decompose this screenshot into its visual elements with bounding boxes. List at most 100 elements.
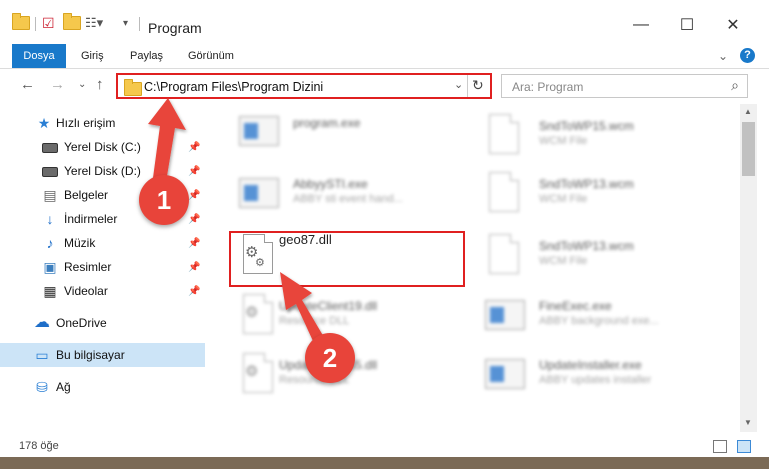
sidebar-item-label: Müzik	[64, 236, 96, 250]
document-icon	[483, 112, 523, 158]
file-name: FineExec.exe	[539, 299, 612, 313]
large-icons-view-icon[interactable]	[737, 440, 751, 453]
sidebar-item-muzik[interactable]: ♪ Müzik 📌	[0, 231, 205, 255]
navigation-bar: ← → ⌄ ↑ C:\Program Files\Program Dizini …	[0, 69, 769, 103]
tab-paylas[interactable]: Paylaş	[130, 44, 163, 68]
star-icon: ★	[37, 115, 51, 131]
pin-icon: 📌	[188, 285, 201, 297]
tab-dosya[interactable]: Dosya	[12, 44, 66, 68]
view-options-icon[interactable]: ☷▾	[85, 14, 103, 32]
application-icon	[483, 351, 525, 397]
pin-icon: 📌	[188, 189, 201, 201]
sidebar-item-this-pc[interactable]: ▭ Bu bilgisayar	[0, 343, 205, 367]
folder-icon	[12, 13, 30, 32]
new-folder-icon[interactable]	[63, 13, 81, 32]
address-dropdown-icon[interactable]: ⌄	[454, 78, 463, 91]
expand-ribbon-icon[interactable]: ⌄	[718, 49, 728, 63]
sidebar-item-label: Ağ	[56, 380, 71, 394]
sidebar-item-label: Bu bilgisayar	[56, 348, 125, 362]
window-edge	[757, 104, 769, 457]
title-separator	[139, 17, 140, 31]
pin-icon: 📌	[188, 165, 201, 177]
title-bar: ☑ ☷▾ ▾ Program — ☐ ✕	[0, 0, 769, 44]
sidebar-item-disk-c[interactable]: Yerel Disk (C:) 📌	[0, 135, 205, 159]
file-name: program.exe	[293, 116, 361, 130]
sidebar-item-onedrive[interactable]: ☁ OneDrive	[0, 311, 205, 335]
address-divider	[467, 75, 468, 97]
file-item-abbyysti[interactable]: AbbyySTI.exe ABBY sti event hand...	[229, 166, 479, 218]
address-path[interactable]: C:\Program Files\Program Dizini	[144, 80, 323, 94]
file-item-fineexec[interactable]: FineExec.exe ABBY background exe...	[475, 288, 725, 340]
recent-locations-button[interactable]: ⌄	[78, 79, 86, 90]
document-icon	[483, 170, 523, 216]
computer-icon: ▭	[35, 347, 49, 363]
window-title: Program	[148, 20, 202, 36]
maximize-button[interactable]: ☐	[672, 12, 702, 38]
installer-icon	[237, 112, 279, 158]
pictures-icon: ▣	[43, 259, 57, 275]
download-icon: ↓	[46, 211, 54, 227]
file-item-updateclient19[interactable]: ⚙ UpdateClient19.dll Resource DLL	[229, 288, 479, 340]
file-item-program-exe[interactable]: program.exe	[229, 108, 479, 160]
sidebar-item-label: Resimler	[64, 260, 112, 274]
file-name: AbbyySTI.exe	[293, 177, 368, 191]
file-item-sndtowp15[interactable]: SndToWP15.wcm WCM File	[475, 108, 725, 160]
desktop-background	[0, 457, 769, 469]
forward-button[interactable]: →	[50, 76, 65, 93]
file-desc: ABBY sti event hand...	[293, 193, 403, 205]
up-button[interactable]: ↑	[96, 76, 104, 93]
address-bar[interactable]: C:\Program Files\Program Dizini ⌄ ↻	[116, 73, 492, 99]
refresh-icon[interactable]: ↻	[472, 77, 484, 94]
file-name: SndToWP15.wcm	[539, 119, 634, 133]
status-bar: 178 öğe	[0, 437, 769, 457]
navigation-pane: ★ Hızlı erişim Yerel Disk (C:) 📌 Yerel D…	[0, 104, 205, 456]
sidebar-item-videolar[interactable]: ▦ Videolar 📌	[0, 279, 205, 303]
search-box[interactable]: Ara: Program ⌕	[501, 74, 748, 98]
search-placeholder[interactable]: Ara: Program	[512, 80, 583, 94]
sidebar-item-label: Videolar	[64, 284, 108, 298]
item-count: 178 öğe	[19, 440, 59, 452]
sidebar-item-label: İndirmeler	[64, 212, 118, 226]
file-item-sndtowp13-b[interactable]: SndToWP13.wcm WCM File	[475, 228, 725, 280]
file-item-sndtowp13-a[interactable]: SndToWP13.wcm WCM File	[475, 166, 725, 218]
dll-gears-icon: ⚙	[237, 292, 277, 338]
scroll-down-icon[interactable]: ▼	[744, 418, 752, 427]
customize-toolbar-icon[interactable]: ▾	[123, 14, 128, 32]
sidebar-item-label: OneDrive	[56, 316, 107, 330]
sidebar-item-label: Belgeler	[64, 188, 109, 202]
file-desc: ABBY updates installer	[539, 374, 652, 386]
file-item-updateinstaller[interactable]: UpdateInstaller.exe ABBY updates install…	[475, 347, 725, 399]
music-icon: ♪	[46, 235, 54, 251]
qa-separator	[35, 17, 36, 31]
file-name: UpdateClient19.dll	[279, 299, 378, 313]
properties-icon[interactable]: ☑	[42, 14, 55, 32]
sidebar-item-label: Yerel Disk (D:)	[64, 164, 141, 178]
cloud-icon: ☁	[34, 314, 50, 331]
close-button[interactable]: ✕	[718, 12, 748, 38]
ribbon-tabs: Dosya Giriş Paylaş Görünüm ⌄ ?	[0, 44, 769, 69]
dll-gears-icon: ⚙	[237, 351, 277, 397]
sidebar-item-quick-access[interactable]: ★ Hızlı erişim	[0, 111, 205, 135]
details-view-icon[interactable]	[713, 440, 727, 453]
sidebar-item-label: Hızlı erişim	[56, 116, 116, 130]
file-name: SndToWP13.wcm	[539, 239, 634, 253]
drive-icon	[42, 139, 58, 155]
tab-gorunum[interactable]: Görünüm	[188, 44, 234, 68]
scroll-up-icon[interactable]: ▲	[744, 107, 752, 116]
file-desc: WCM File	[539, 193, 588, 205]
network-icon: ⛁	[36, 379, 48, 395]
file-desc: WCM File	[539, 255, 588, 267]
application-icon	[237, 170, 279, 216]
back-button[interactable]: ←	[20, 76, 35, 93]
help-icon[interactable]: ?	[740, 48, 755, 63]
file-highlight-box	[229, 231, 465, 287]
vertical-scrollbar[interactable]: ▲ ▼	[740, 104, 757, 432]
search-icon[interactable]: ⌕	[731, 77, 739, 94]
minimize-button[interactable]: —	[626, 12, 656, 38]
sidebar-item-resimler[interactable]: ▣ Resimler 📌	[0, 255, 205, 279]
tab-giris[interactable]: Giriş	[81, 44, 104, 68]
sidebar-item-network[interactable]: ⛁ Ağ	[0, 375, 205, 399]
document-icon	[483, 232, 523, 278]
scroll-thumb[interactable]	[742, 122, 755, 176]
step-marker-1: 1	[139, 175, 189, 225]
